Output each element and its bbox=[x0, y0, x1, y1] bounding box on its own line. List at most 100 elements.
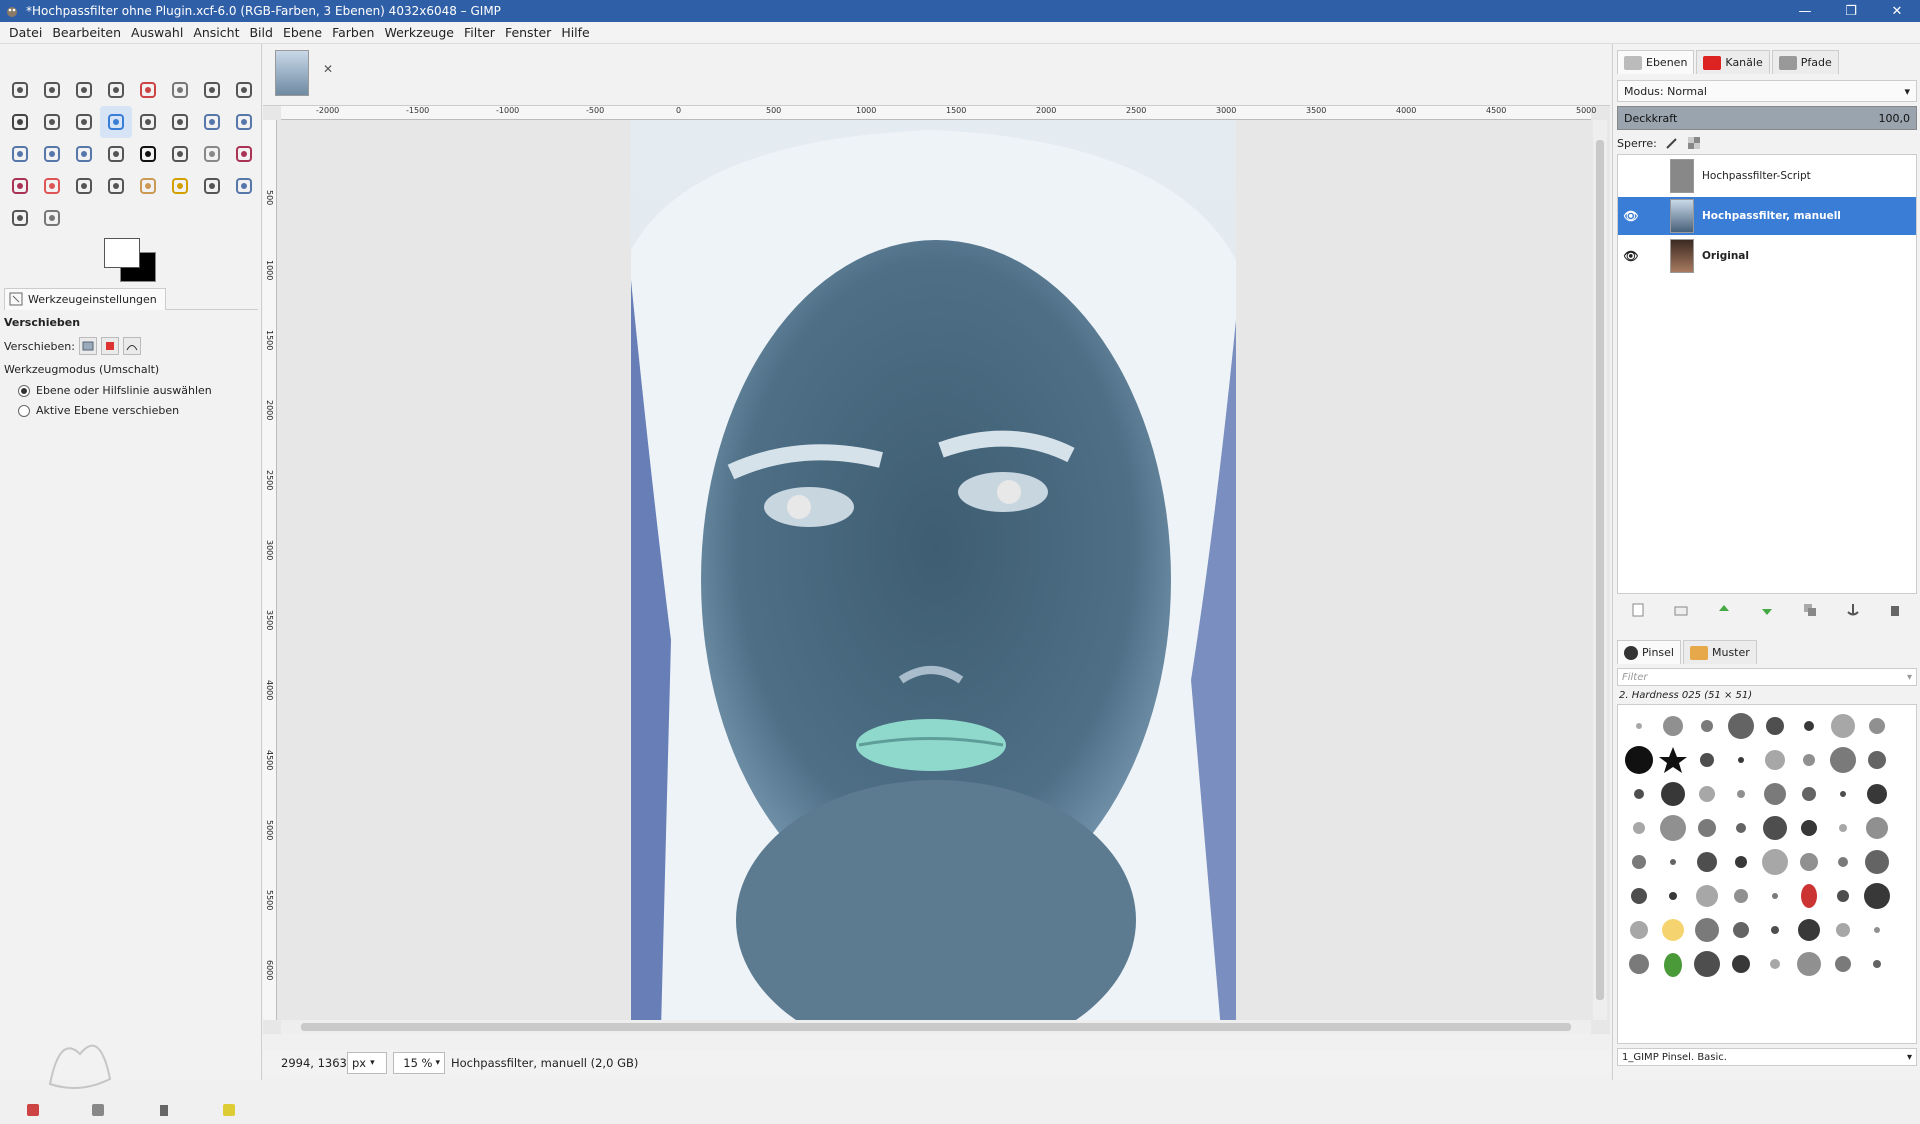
image-canvas[interactable] bbox=[631, 120, 1236, 1030]
brush-preview[interactable] bbox=[1860, 709, 1894, 743]
tab-brushes[interactable]: Pinsel bbox=[1617, 640, 1681, 664]
vertical-scrollbar[interactable] bbox=[1593, 120, 1607, 1020]
brush-preview[interactable] bbox=[1758, 845, 1792, 879]
brush-preview[interactable] bbox=[1792, 879, 1826, 913]
brush-preview[interactable] bbox=[1724, 913, 1758, 947]
lower-layer-icon[interactable] bbox=[1760, 603, 1774, 617]
brush-preview[interactable] bbox=[1758, 709, 1792, 743]
brush-preview[interactable] bbox=[1826, 947, 1860, 981]
vertical-scroll-thumb[interactable] bbox=[1596, 140, 1604, 1000]
brush-preview[interactable] bbox=[1690, 777, 1724, 811]
eye-icon[interactable]: 👁 bbox=[1618, 249, 1644, 263]
menu-ebene[interactable]: Ebene bbox=[283, 25, 322, 40]
brush-preview[interactable] bbox=[1622, 845, 1656, 879]
move-selection-toggle[interactable] bbox=[100, 337, 119, 355]
horizontal-scroll-thumb[interactable] bbox=[301, 1023, 1571, 1031]
blur-tool-icon[interactable] bbox=[228, 170, 260, 202]
cage-tool-icon[interactable] bbox=[100, 138, 132, 170]
ink-tool-icon[interactable] bbox=[100, 170, 132, 202]
eraser-tool-icon[interactable] bbox=[36, 170, 68, 202]
horizontal-ruler[interactable]: -2000 -1500 -1000 -500 0 500 1000 1500 2000 2500 3… bbox=[281, 106, 1596, 120]
brush-preview[interactable] bbox=[1792, 913, 1826, 947]
smudge-tool-icon[interactable] bbox=[4, 202, 36, 234]
brush-preview[interactable] bbox=[1724, 879, 1758, 913]
brush-preview[interactable] bbox=[1860, 743, 1894, 777]
tab-layers[interactable]: Ebenen bbox=[1617, 50, 1695, 74]
menu-bild[interactable]: Bild bbox=[249, 25, 272, 40]
brush-preview[interactable] bbox=[1826, 845, 1860, 879]
brush-preview[interactable] bbox=[1860, 845, 1894, 879]
brush-preview[interactable] bbox=[1758, 879, 1792, 913]
text-tool-icon[interactable] bbox=[132, 138, 164, 170]
brush-preview[interactable] bbox=[1792, 709, 1826, 743]
rotate-tool-icon[interactable] bbox=[196, 106, 228, 138]
menu-hilfe[interactable]: Hilfe bbox=[561, 25, 589, 40]
brush-preview[interactable] bbox=[1656, 743, 1690, 777]
zoom-select[interactable]: 15 % ▾ bbox=[393, 1052, 445, 1074]
brush-preview[interactable] bbox=[1758, 743, 1792, 777]
brush-preview[interactable] bbox=[1724, 947, 1758, 981]
brush-preview[interactable] bbox=[1656, 913, 1690, 947]
brush-preview[interactable] bbox=[1860, 947, 1894, 981]
perspective-clone-tool-icon[interactable] bbox=[196, 170, 228, 202]
restore-options-icon[interactable] bbox=[90, 1102, 106, 1118]
brush-preview[interactable] bbox=[1826, 777, 1860, 811]
move-layer-toggle[interactable] bbox=[78, 337, 97, 355]
brush-preview[interactable] bbox=[1724, 811, 1758, 845]
new-layer-group-icon[interactable] bbox=[1674, 603, 1688, 617]
brush-preview[interactable] bbox=[1860, 879, 1894, 913]
brush-preview[interactable] bbox=[1758, 913, 1792, 947]
layer-row[interactable]: 👁 Original bbox=[1618, 237, 1916, 275]
crop-tool-icon[interactable] bbox=[164, 106, 196, 138]
lock-alpha-icon[interactable] bbox=[1687, 136, 1701, 150]
minimize-button[interactable]: — bbox=[1782, 0, 1828, 22]
brush-preview[interactable] bbox=[1724, 777, 1758, 811]
brush-preview[interactable] bbox=[1622, 709, 1656, 743]
brush-preview[interactable] bbox=[1690, 879, 1724, 913]
shear-tool-icon[interactable] bbox=[4, 138, 36, 170]
move-tool-icon[interactable] bbox=[100, 106, 132, 138]
brush-preview[interactable] bbox=[1758, 811, 1792, 845]
brush-preview[interactable] bbox=[1724, 845, 1758, 879]
color-select-tool-icon[interactable] bbox=[132, 74, 164, 106]
brush-preview[interactable] bbox=[1622, 811, 1656, 845]
tab-channels[interactable]: Kanäle bbox=[1696, 50, 1770, 74]
brush-preview[interactable] bbox=[1690, 811, 1724, 845]
paths-tool-icon[interactable] bbox=[228, 74, 260, 106]
opacity-slider[interactable]: Deckkraft 100,0 bbox=[1617, 106, 1917, 130]
brush-preview[interactable] bbox=[1690, 709, 1724, 743]
brush-preview[interactable] bbox=[1792, 845, 1826, 879]
brush-preview[interactable] bbox=[1860, 913, 1894, 947]
save-options-icon[interactable] bbox=[25, 1102, 41, 1118]
reset-options-icon[interactable] bbox=[221, 1102, 237, 1118]
anchor-layer-icon[interactable] bbox=[1846, 603, 1860, 617]
menu-filter[interactable]: Filter bbox=[464, 25, 495, 40]
flip-tool-icon[interactable] bbox=[68, 138, 100, 170]
brush-preview[interactable] bbox=[1690, 947, 1724, 981]
horizontal-scrollbar[interactable] bbox=[281, 1020, 1591, 1034]
menu-ansicht[interactable]: Ansicht bbox=[193, 25, 239, 40]
heal-tool-icon[interactable] bbox=[164, 170, 196, 202]
brush-preview[interactable] bbox=[1724, 709, 1758, 743]
menu-farben[interactable]: Farben bbox=[332, 25, 374, 40]
brush-preview[interactable] bbox=[1758, 947, 1792, 981]
radio-active-layer[interactable]: Aktive Ebene verschieben bbox=[18, 404, 258, 417]
vertical-ruler[interactable]: 500 1000 1500 2000 2500 3000 3500 4000 4500 5000 5… bbox=[263, 120, 277, 1020]
clone-tool-icon[interactable] bbox=[132, 170, 164, 202]
scale-tool-icon[interactable] bbox=[228, 106, 260, 138]
tab-tool-options[interactable]: Werkzeugeinstellungen bbox=[4, 287, 166, 310]
rect-select-tool-icon[interactable] bbox=[4, 74, 36, 106]
brush-preview[interactable] bbox=[1622, 879, 1656, 913]
brush-preview[interactable] bbox=[1690, 845, 1724, 879]
brush-preview[interactable] bbox=[1826, 879, 1860, 913]
menu-datei[interactable]: Datei bbox=[9, 25, 42, 40]
blend-tool-icon[interactable] bbox=[196, 138, 228, 170]
lock-pixels-icon[interactable] bbox=[1665, 136, 1679, 150]
duplicate-layer-icon[interactable] bbox=[1803, 603, 1817, 617]
brush-preview[interactable] bbox=[1656, 845, 1690, 879]
align-tool-icon[interactable] bbox=[132, 106, 164, 138]
tab-patterns[interactable]: Muster bbox=[1682, 640, 1757, 664]
airbrush-tool-icon[interactable] bbox=[68, 170, 100, 202]
zoom-tool-icon[interactable] bbox=[36, 106, 68, 138]
color-picker-tool-icon[interactable] bbox=[4, 106, 36, 138]
